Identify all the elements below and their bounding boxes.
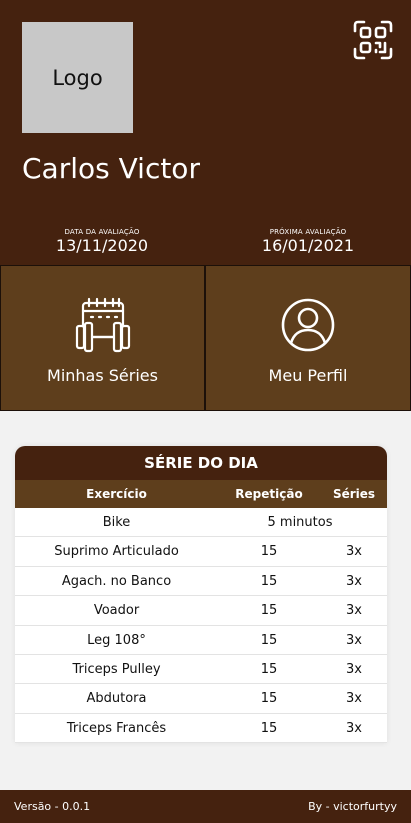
my-series-label: Minhas Séries [47, 366, 158, 385]
calendar-dumbbell-icon [75, 297, 130, 353]
my-series-tile[interactable]: Minhas Séries [0, 265, 205, 411]
table-row: Abdutora 15 3x [15, 684, 387, 714]
table-row: Bike 5 minutos [15, 508, 387, 538]
exercise-reps: 15 [260, 603, 278, 619]
exercise-name: Suprimo Articulado [54, 544, 179, 560]
profile-header: Logo Carlos Victor DATA DA AVALIAÇÃO 13/… [0, 0, 411, 265]
logo-text: Logo [52, 65, 103, 90]
exercise-reps: 15 [260, 720, 278, 736]
exercise-sets: 3x [346, 691, 362, 707]
exercise-reps: 15 [260, 632, 278, 648]
table-row: Voador 15 3x [15, 596, 387, 626]
exercise-name: Bike [102, 515, 131, 530]
qr-code-icon[interactable] [353, 20, 393, 60]
exercise-name: Triceps Pulley [72, 661, 161, 677]
menu-tiles: Minhas Séries Meu Perfil [0, 265, 411, 411]
logo-placeholder: Logo [22, 22, 133, 133]
table-row: Triceps Pulley 15 3x [15, 655, 387, 685]
evaluation-date-value: 13/11/2020 [55, 236, 149, 255]
exercise-reps: 15 [260, 573, 278, 589]
author-text: By - victorfurtyy [308, 800, 397, 813]
column-reps: Repetição [235, 487, 303, 501]
exercise-reps: 15 [260, 691, 278, 707]
column-exercise: Exercício [86, 487, 147, 501]
exercise-name: Triceps Francês [66, 720, 167, 736]
next-evaluation-block: PRÓXIMA AVALIAÇÃO 16/01/2021 [228, 228, 388, 255]
exercise-reps: 15 [260, 661, 278, 677]
my-profile-tile[interactable]: Meu Perfil [205, 265, 411, 411]
evaluation-date-block: DATA DA AVALIAÇÃO 13/11/2020 [22, 228, 182, 255]
exercise-name: Agach. no Banco [61, 573, 172, 589]
exercise-sets: 3x [346, 603, 362, 619]
table-row: Suprimo Articulado 15 3x [15, 537, 387, 567]
exercise-name: Abdutora [86, 691, 147, 707]
exercise-name: Voador [93, 603, 140, 619]
exercise-sets: 3x [346, 661, 362, 677]
table-header: Exercício Repetição Séries [15, 480, 387, 508]
next-evaluation-value: 16/01/2021 [261, 236, 355, 255]
column-sets: Séries [332, 487, 376, 501]
card-title: SÉRIE DO DIA [15, 446, 387, 480]
exercise-reps: 15 [260, 544, 278, 560]
version-text: Versão - 0.0.1 [14, 800, 91, 813]
app-footer: Versão - 0.0.1 By - victorfurtyy [0, 790, 411, 823]
exercise-sets: 3x [346, 544, 362, 560]
my-profile-label: Meu Perfil [268, 366, 348, 385]
exercise-duration: 5 minutos [267, 515, 333, 530]
table-row: Triceps Francês 15 3x [15, 714, 387, 743]
table-row: Leg 108° 15 3x [15, 626, 387, 655]
user-name: Carlos Victor [22, 152, 200, 185]
table-row: Agach. no Banco 15 3x [15, 567, 387, 597]
exercise-sets: 3x [346, 632, 362, 648]
user-profile-icon [281, 298, 335, 352]
exercise-sets: 3x [346, 720, 362, 736]
daily-series-card: SÉRIE DO DIA Exercício Repetição Séries … [15, 446, 387, 743]
exercise-name: Leg 108° [87, 632, 146, 648]
exercise-sets: 3x [346, 573, 362, 589]
